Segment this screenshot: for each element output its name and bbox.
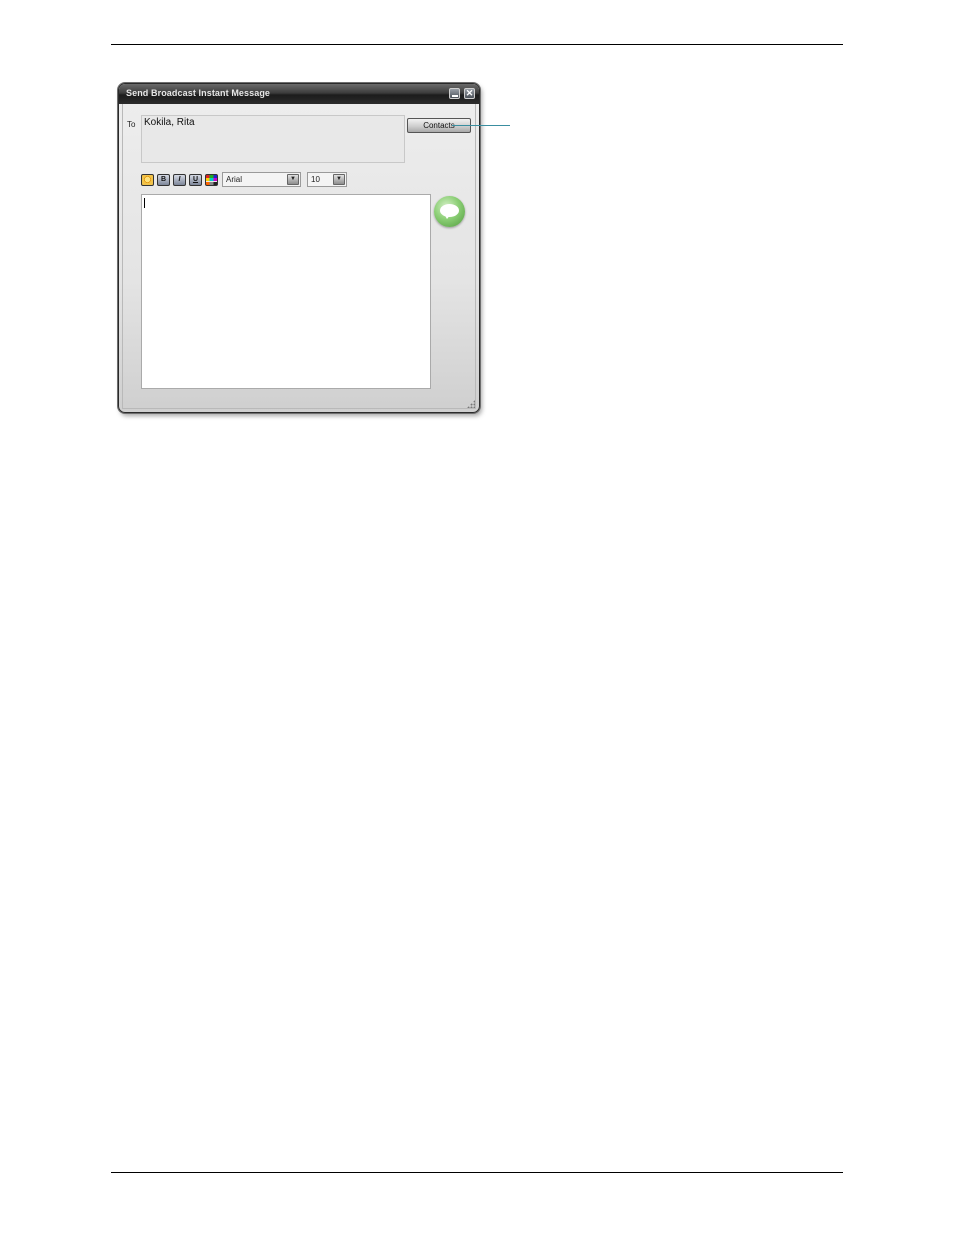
- font-size-select[interactable]: 10 ▼: [307, 172, 347, 187]
- chevron-down-icon[interactable]: ▼: [287, 174, 299, 185]
- window-title: Send Broadcast Instant Message: [126, 88, 271, 98]
- chevron-down-icon[interactable]: ▼: [333, 174, 345, 185]
- emoticon-icon[interactable]: [141, 174, 154, 186]
- broadcast-message-window: Send Broadcast Instant Message ✕ To Koki…: [118, 83, 480, 413]
- color-palette-icon[interactable]: [205, 174, 218, 186]
- font-family-select[interactable]: Arial ▼: [222, 172, 301, 187]
- send-button[interactable]: [434, 196, 465, 227]
- font-family-value: Arial: [226, 175, 243, 184]
- speech-bubble-tail: [444, 214, 451, 219]
- message-input[interactable]: [141, 194, 431, 389]
- page-header-rule: [111, 44, 843, 45]
- minimize-button[interactable]: [449, 88, 460, 99]
- text-caret: [144, 198, 145, 208]
- bold-button[interactable]: B: [157, 174, 170, 186]
- recipients-field[interactable]: Kokila, Rita: [141, 115, 405, 163]
- to-label: To: [127, 120, 136, 129]
- font-size-value: 10: [311, 175, 320, 184]
- minimize-icon: [451, 94, 458, 97]
- close-icon: ✕: [465, 88, 474, 98]
- page-footer-rule: [111, 1172, 843, 1173]
- italic-button[interactable]: I: [173, 174, 186, 186]
- title-bar[interactable]: Send Broadcast Instant Message ✕: [119, 84, 479, 104]
- callout-line: [452, 125, 510, 126]
- underline-button[interactable]: U: [189, 174, 202, 186]
- close-button[interactable]: ✕: [464, 88, 475, 99]
- recipients-value: Kokila, Rita: [144, 117, 195, 128]
